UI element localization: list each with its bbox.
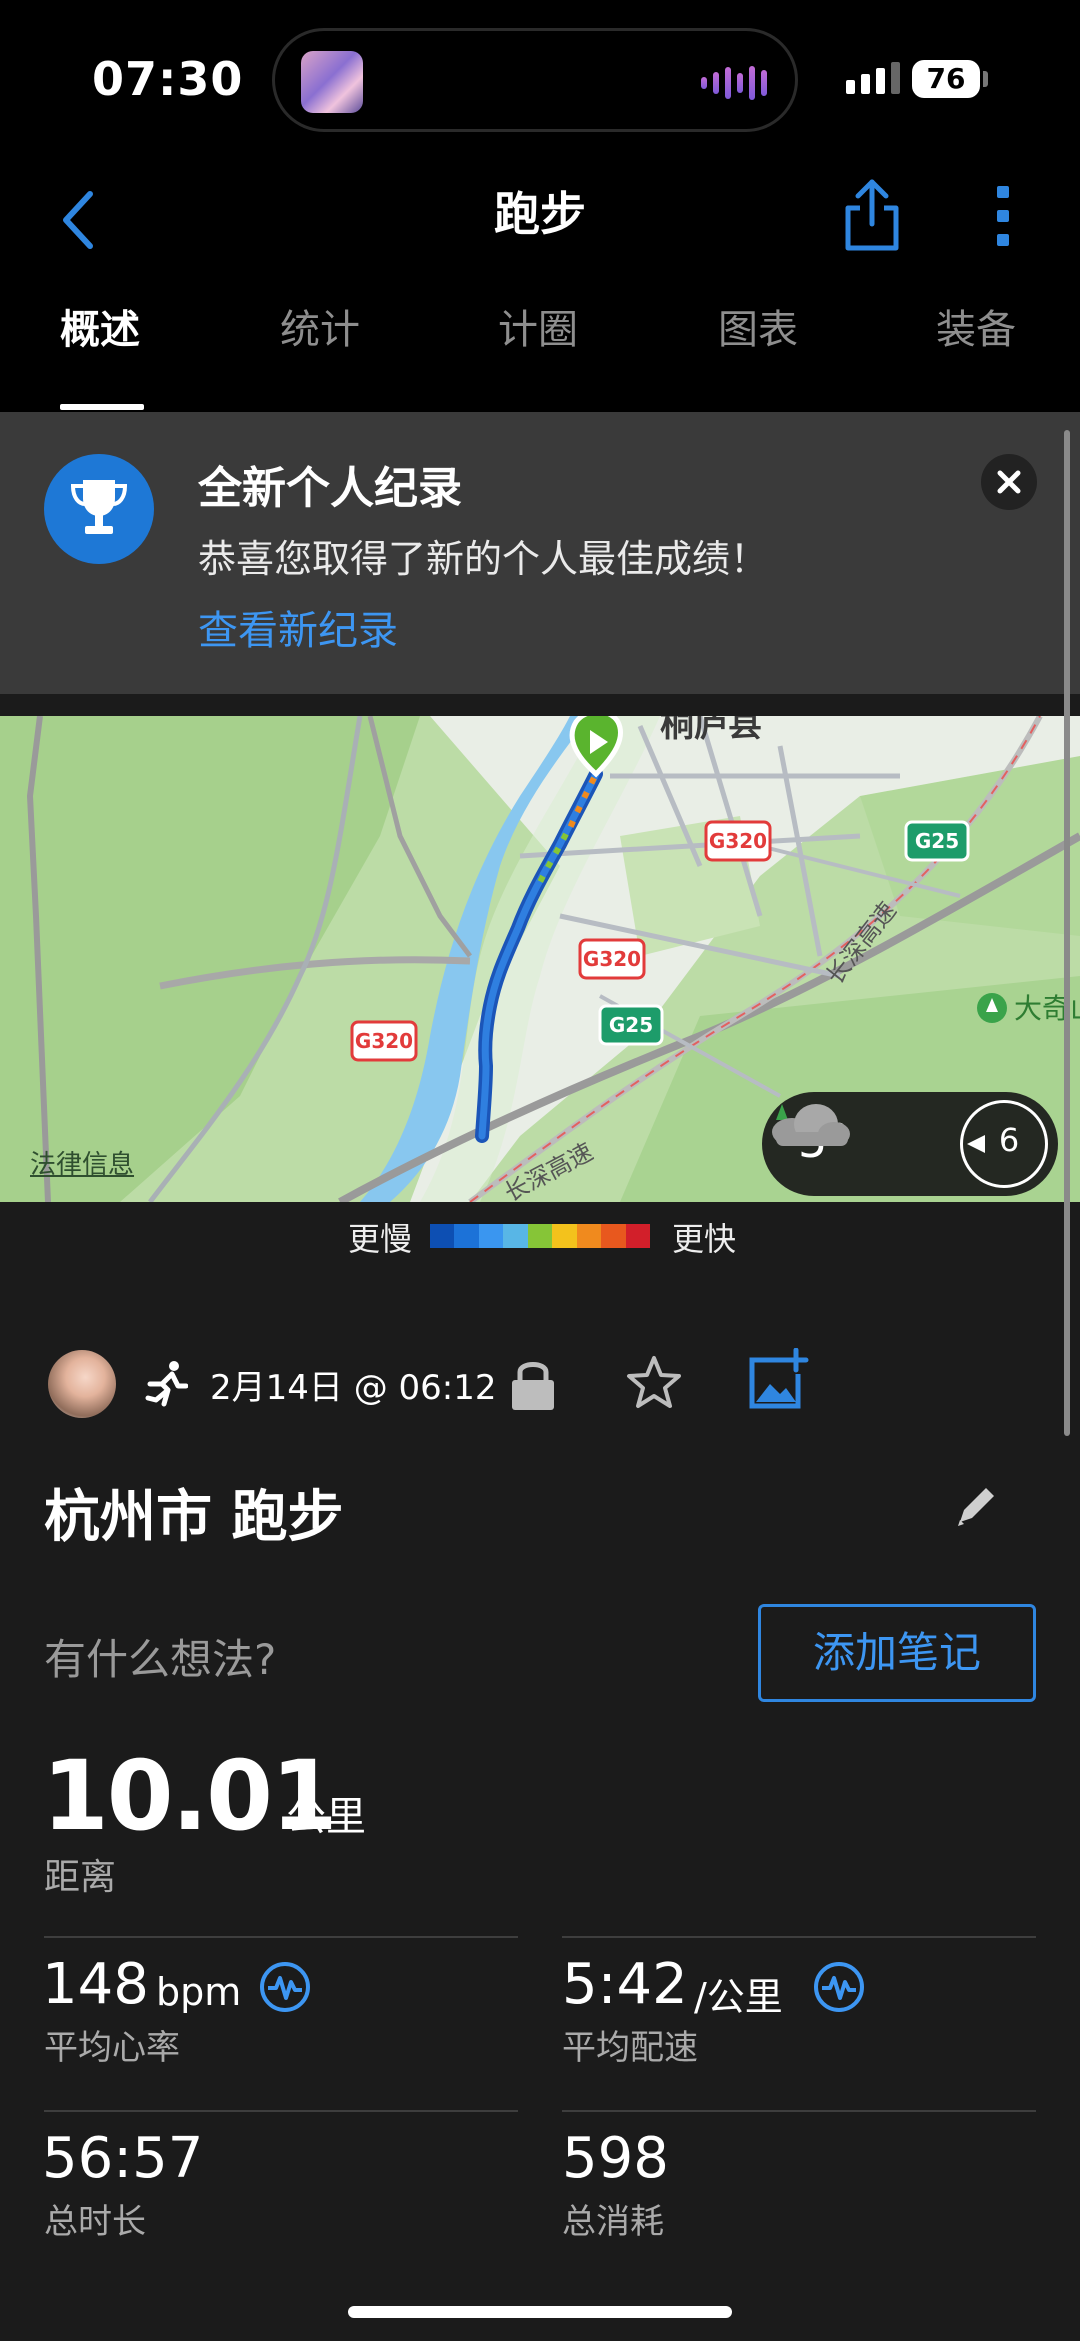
speed-color-swatch	[576, 1224, 602, 1248]
activity-meta-row: 2月14日 @ 06:12	[0, 1340, 1080, 1430]
speed-color-swatch	[478, 1224, 504, 1248]
home-indicator[interactable]	[348, 2306, 732, 2318]
tab-charts[interactable]: 图表	[718, 300, 798, 410]
duration-label: 总时长	[44, 2202, 146, 2242]
tab-overview[interactable]: 概述	[60, 300, 140, 410]
add-photo-icon[interactable]	[746, 1348, 810, 1412]
tab-laps[interactable]: 计圈	[498, 300, 578, 410]
wind-indicator: 6	[960, 1100, 1048, 1188]
activity-date: 2月14日 @ 06:12	[210, 1368, 497, 1408]
wind-speed: 6	[998, 1121, 1020, 1159]
tab-bar: 概述 统计 计圈 图表 装备	[0, 300, 1080, 420]
road-label-g320-2: G320	[583, 947, 641, 971]
speed-color-swatch	[625, 1224, 650, 1248]
avg-hr-label: 平均心率	[44, 2028, 180, 2068]
divider	[44, 1936, 518, 1938]
speed-color-swatch	[503, 1224, 528, 1248]
legal-info-link[interactable]: 法律信息	[30, 1144, 134, 1181]
cloud-icon	[772, 1104, 850, 1146]
status-time: 07:30	[92, 52, 244, 106]
distance-unit: 公里	[286, 1794, 366, 1840]
edit-icon[interactable]	[950, 1480, 1002, 1532]
avg-pace-label: 平均配速	[562, 2028, 698, 2068]
lock-icon[interactable]	[508, 1354, 558, 1414]
weather-widget[interactable]: 5° 6	[762, 1092, 1058, 1196]
personal-record-banner: 全新个人纪录 恭喜您取得了新的个人最佳成绩！ 查看新纪录	[0, 412, 1080, 694]
running-icon	[145, 1361, 188, 1407]
signal-icon	[846, 62, 900, 94]
more-vertical-icon	[997, 186, 1009, 246]
route-map[interactable]: G320 G320 G320 G25 G25 桐庐县 长深高速 长深高速 大奇山…	[0, 716, 1080, 1202]
banner-message: 恭喜您取得了新的个人最佳成绩！	[198, 537, 769, 581]
avg-hr-unit: bpm	[156, 1970, 242, 2014]
tab-stats[interactable]: 统计	[280, 300, 360, 410]
speed-color-swatch	[454, 1224, 479, 1248]
activity-screen: 07:30 76 跑步 概述 统计 计圈 图表 装备 全新个人纪录 恭喜您取得了…	[0, 0, 1080, 2341]
battery-cap	[983, 71, 988, 87]
activity-title: 杭州市 跑步	[44, 1485, 344, 1550]
banner-title: 全新个人纪录	[198, 463, 462, 514]
duration-value: 56:57	[42, 2126, 204, 2191]
avatar[interactable]	[48, 1350, 116, 1418]
speed-color-bar	[430, 1224, 650, 1248]
divider	[562, 1936, 1036, 1938]
share-icon	[845, 179, 899, 251]
audio-wave-icon	[701, 65, 767, 101]
avg-hr-value: 148	[42, 1952, 149, 2017]
map-city-label: 桐庐县	[660, 716, 762, 745]
battery-indicator: 76	[912, 60, 980, 98]
trophy-icon	[44, 454, 154, 564]
road-label-g320-1: G320	[709, 829, 767, 853]
page-title: 跑步	[494, 187, 586, 241]
speed-color-swatch	[430, 1224, 455, 1248]
road-label-g25-1: G25	[915, 829, 959, 853]
divider	[44, 2110, 518, 2112]
legend-fast-label: 更快	[672, 1220, 737, 1258]
dynamic-island[interactable]	[272, 28, 798, 132]
more-options-button[interactable]	[985, 182, 1021, 254]
active-tab-indicator	[60, 404, 144, 410]
add-note-button[interactable]: 添加笔记	[758, 1604, 1036, 1702]
now-playing-artwork	[301, 51, 363, 113]
scrollbar[interactable]	[1064, 430, 1070, 1436]
share-button[interactable]	[840, 174, 904, 254]
speed-color-swatch	[552, 1224, 577, 1248]
tab-gear[interactable]: 装备	[936, 300, 1016, 410]
distance-label: 距离	[44, 1857, 117, 1898]
speed-legend: 更慢 更快	[0, 1204, 1080, 1264]
close-icon	[997, 470, 1021, 494]
divider	[562, 2110, 1036, 2112]
avg-pace-unit: /公里	[694, 1975, 783, 2019]
thoughts-prompt[interactable]: 有什么想法?	[44, 1626, 276, 1687]
status-bar: 07:30 76	[0, 0, 1080, 160]
star-icon[interactable]	[624, 1352, 684, 1412]
view-records-link[interactable]: 查看新纪录	[198, 598, 398, 656]
nav-bar: 跑步 概述 统计 计圈 图表 装备	[0, 160, 1080, 420]
speed-color-swatch	[601, 1224, 626, 1248]
speed-color-swatch	[527, 1224, 553, 1248]
pace-info-icon[interactable]	[812, 1960, 866, 2014]
heart-rate-info-icon[interactable]	[258, 1960, 312, 2014]
legend-slow-label: 更慢	[348, 1220, 413, 1258]
map-poi-label: 大奇山	[1014, 992, 1080, 1025]
banner-close-button[interactable]	[981, 454, 1037, 510]
road-label-g25-2: G25	[609, 1013, 653, 1037]
avg-pace-value: 5:42	[562, 1952, 688, 2017]
calories-value: 598	[562, 2126, 669, 2191]
road-label-g320-3: G320	[355, 1029, 413, 1053]
calories-label: 总消耗	[562, 2202, 664, 2242]
